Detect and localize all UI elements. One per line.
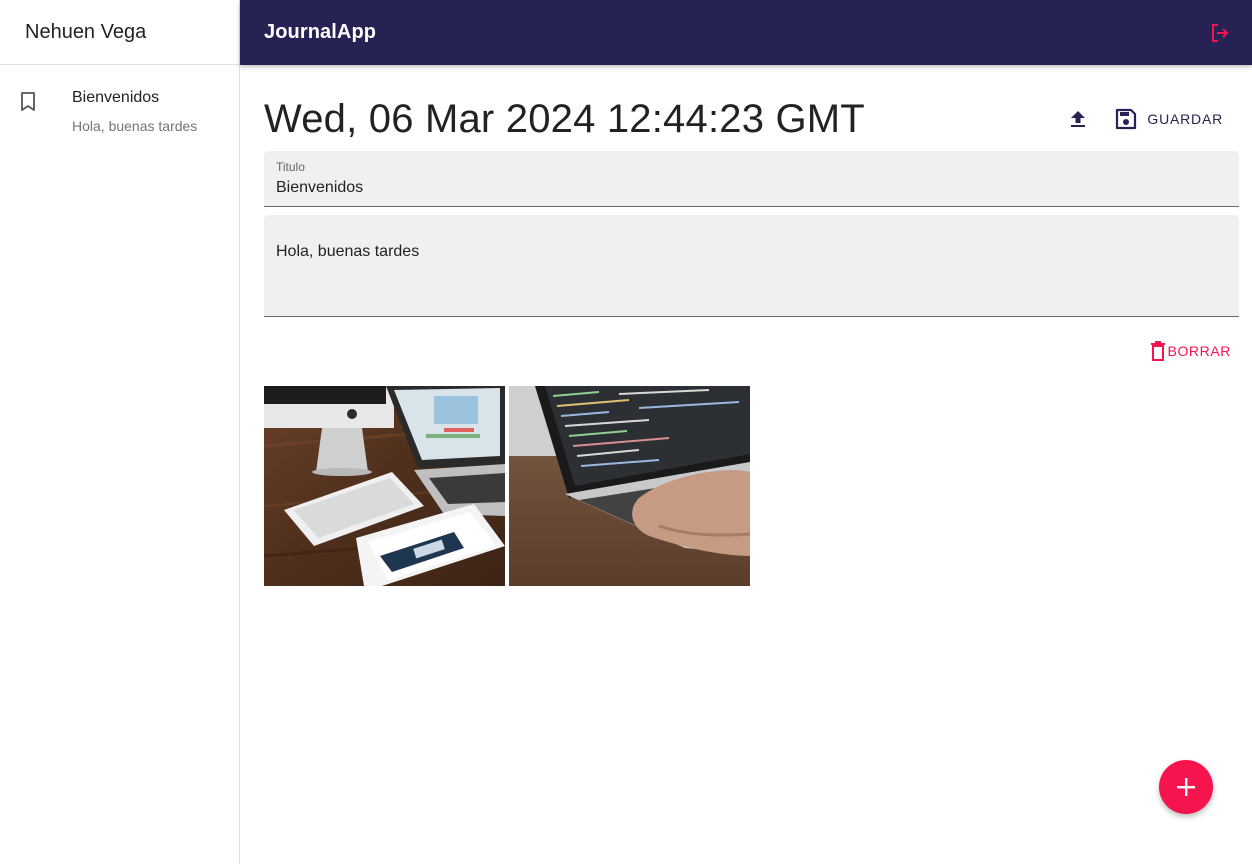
body-field-value: Hola, buenas tardes xyxy=(276,243,420,260)
bookmark-icon xyxy=(20,92,36,112)
upload-icon xyxy=(1071,111,1086,127)
add-note-button[interactable] xyxy=(1159,760,1213,814)
note-item-title: Bienvenidos xyxy=(72,89,160,106)
desk-devices-photo[interactable] xyxy=(264,386,505,586)
body-field[interactable]: Hola, buenas tardes xyxy=(264,215,1239,317)
note-actions: GUARDAR xyxy=(1060,101,1239,137)
delete-row: BORRAR xyxy=(264,341,1239,361)
title-field-label: Titulo xyxy=(276,160,305,174)
delete-button-label: BORRAR xyxy=(1167,343,1231,359)
delete-button[interactable]: BORRAR xyxy=(1150,341,1232,361)
app-title: JournalApp xyxy=(264,21,377,43)
trash-icon xyxy=(1150,341,1165,361)
title-field-value: Bienvenidos xyxy=(276,179,364,196)
note-header: Wed, 06 Mar 2024 12:44:23 GMT GUARDAR xyxy=(264,65,1239,151)
plus-icon xyxy=(1177,778,1195,796)
save-button[interactable]: GUARDAR xyxy=(1114,107,1239,131)
note-item-body: Hola, buenas tardes xyxy=(72,118,198,134)
note-view: Wed, 06 Mar 2024 12:44:23 GMT GUARDAR Ti… xyxy=(264,65,1239,586)
upload-button[interactable] xyxy=(1060,101,1096,137)
sidebar: Nehuen Vega Bienvenidos Hola, buenas tar… xyxy=(0,0,240,864)
note-date: Wed, 06 Mar 2024 12:44:23 GMT xyxy=(264,96,865,141)
save-icon xyxy=(1116,108,1137,130)
sidebar-note-item[interactable]: Bienvenidos Hola, buenas tardes xyxy=(0,65,239,147)
title-field[interactable]: Titulo Bienvenidos xyxy=(264,151,1239,207)
app-bar: JournalApp xyxy=(240,0,1252,65)
image-gallery xyxy=(264,386,1239,586)
save-button-label: GUARDAR xyxy=(1147,111,1223,127)
user-name: Nehuen Vega xyxy=(0,0,239,65)
laptop-coding-photo[interactable] xyxy=(509,386,750,586)
logout-icon[interactable] xyxy=(1208,21,1232,45)
